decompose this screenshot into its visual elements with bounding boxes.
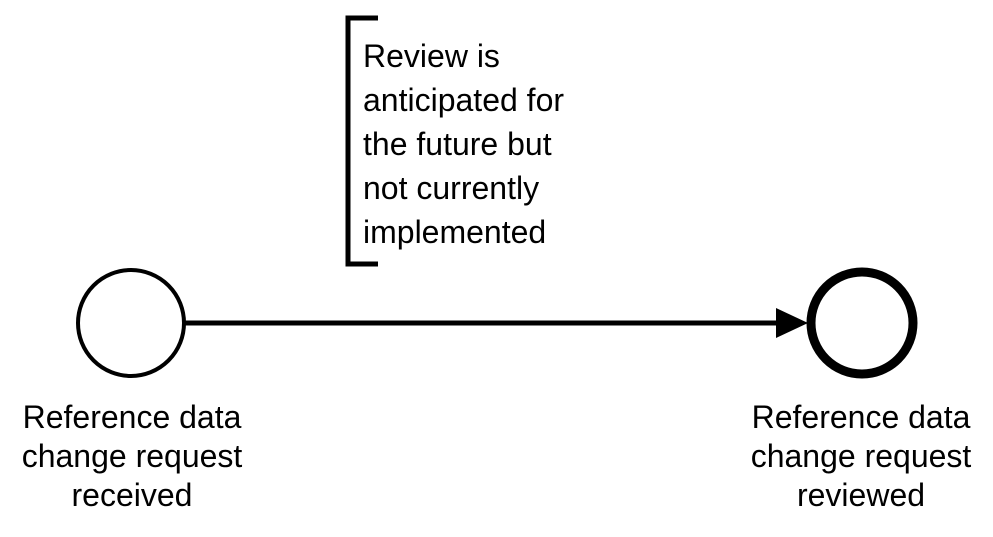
annotation-line: anticipated for: [363, 82, 565, 118]
end-event-circle[interactable]: [806, 267, 918, 379]
end-event-label: Reference data change request reviewed: [731, 398, 991, 515]
end-event-label-line: reviewed: [796, 477, 926, 513]
annotation-line: Review is: [363, 38, 500, 74]
annotation-line: implemented: [363, 214, 547, 250]
annotation-text: Review is anticipated for the future but…: [363, 34, 623, 254]
start-event-circle[interactable]: [76, 268, 186, 378]
annotation-line: not currently: [363, 170, 540, 206]
sequence-flow-arrowhead: [776, 308, 808, 338]
start-event-label: Reference data change request received: [2, 398, 262, 515]
start-event-label-line: Reference data: [22, 399, 242, 435]
end-event-label-line: Reference data: [751, 399, 971, 435]
start-event-label-line: change request: [21, 438, 243, 474]
start-event-label-line: received: [71, 477, 193, 513]
annotation-line: the future but: [363, 126, 552, 162]
end-event-label-line: change request: [750, 438, 972, 474]
